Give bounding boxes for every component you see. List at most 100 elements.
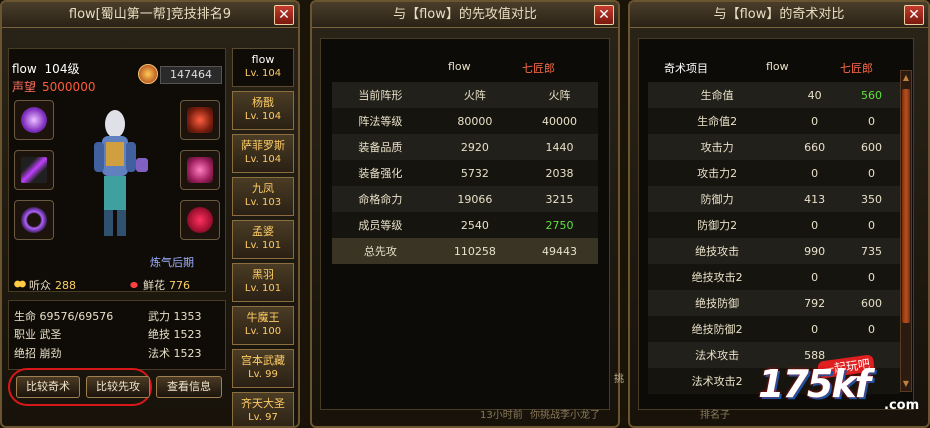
compare-qishu-button[interactable]: 比较奇术 xyxy=(16,376,80,398)
column-header-b: 七匠郎 xyxy=(840,62,873,75)
row-label: 生命值 xyxy=(648,82,787,108)
scroll-thumb[interactable] xyxy=(902,89,910,323)
chat-text-1: 13小时前 xyxy=(480,410,523,421)
cell-b: 2750 xyxy=(521,212,598,238)
row-label: 生命值2 xyxy=(648,108,787,134)
side-text: 挑 xyxy=(614,374,624,385)
partner-level: Lv. 104 xyxy=(244,68,282,79)
partner-item[interactable]: 齐天大圣 Lv. 97 xyxy=(232,392,294,426)
job-label: 职业 xyxy=(14,328,36,341)
row-label: 绝技攻击 xyxy=(648,238,787,264)
row-label: 攻击力 xyxy=(648,134,787,160)
table-row: 命格命力 19066 3215 xyxy=(332,186,598,212)
partner-level: Lv. 101 xyxy=(244,240,282,251)
character-level: 104级 xyxy=(44,62,80,76)
dagger-icon xyxy=(21,157,47,183)
cell-a: 792 xyxy=(786,290,844,316)
partner-item[interactable]: 黑羽 Lv. 101 xyxy=(232,263,294,302)
partner-name: 杨戬 xyxy=(252,96,274,109)
cell-b: 600 xyxy=(843,290,900,316)
combat-power: 147464 xyxy=(160,66,222,84)
cell-a: 火阵 xyxy=(428,82,522,108)
row-label: 绝技防御2 xyxy=(648,316,787,342)
listeners-value: 288 xyxy=(55,279,76,292)
column-header-a: flow xyxy=(766,60,789,73)
rank-badge-icon xyxy=(138,64,158,84)
cell-b: 49443 xyxy=(521,238,598,264)
flowers-label: 鲜花 xyxy=(143,279,165,292)
listeners: 听众 288 xyxy=(14,277,76,293)
cell-a: 990 xyxy=(786,238,844,264)
cell-a: 660 xyxy=(786,134,844,160)
cell-b: 0 xyxy=(843,316,900,342)
partner-level: Lv. 104 xyxy=(244,111,282,122)
partner-item[interactable]: 萨菲罗斯 Lv. 104 xyxy=(232,134,294,173)
cell-a: 80000 xyxy=(428,108,522,134)
compare-xiangong-button[interactable]: 比较先攻 xyxy=(86,376,150,398)
scrollbar[interactable]: ▲ ▼ xyxy=(900,70,912,392)
partner-item[interactable]: 牛魔王 Lv. 100 xyxy=(232,306,294,345)
equip-slot-4[interactable] xyxy=(180,100,220,140)
people-icon xyxy=(14,280,26,290)
character-name: flow xyxy=(12,62,37,76)
wuli-label: 武力 xyxy=(148,310,170,323)
cell-b: 3215 xyxy=(521,186,598,212)
panel-title: flow[蜀山第一帮]竞技排名9 xyxy=(2,2,298,28)
juji-label: 绝技 xyxy=(148,328,170,341)
table-row: 生命值2 0 0 xyxy=(648,108,900,134)
partner-level: Lv. 100 xyxy=(244,326,282,337)
initiative-table: 当前阵形 火阵 火阵 阵法等级 80000 40000 装备品质 2920 1440 装备强化 57… xyxy=(332,82,598,264)
equip-slot-2[interactable] xyxy=(14,150,54,190)
equip-slot-5[interactable] xyxy=(180,150,220,190)
table-row: 攻击力2 0 0 xyxy=(648,160,900,186)
partner-level: Lv. 99 xyxy=(248,369,278,380)
equip-slot-1[interactable] xyxy=(14,100,54,140)
cell-a: 0 xyxy=(786,264,844,290)
wuli-stat: 武力 1353 xyxy=(148,308,202,324)
watermark-logo: 175kf xyxy=(758,362,871,406)
table-row: 当前阵形 火阵 火阵 xyxy=(332,82,598,108)
partner-level: Lv. 104 xyxy=(244,154,282,165)
cell-a: 0 xyxy=(786,160,844,186)
purple-orb-icon xyxy=(21,107,47,133)
reputation-label: 声望 xyxy=(12,80,37,94)
view-info-button[interactable]: 查看信息 xyxy=(156,376,222,398)
hp-label: 生命 xyxy=(14,310,36,323)
cell-b: 350 xyxy=(843,186,900,212)
table-row: 防御力2 0 0 xyxy=(648,212,900,238)
column-header-item: 奇术项目 xyxy=(664,62,708,75)
row-label: 绝技攻击2 xyxy=(648,264,787,290)
close-button[interactable]: ✕ xyxy=(274,5,294,25)
red-flower-icon xyxy=(187,207,213,233)
partner-item[interactable]: 宫本武藏 Lv. 99 xyxy=(232,349,294,388)
equip-slot-6[interactable] xyxy=(180,200,220,240)
partner-name: flow xyxy=(251,53,275,66)
ring-icon xyxy=(21,207,47,233)
close-button[interactable]: ✕ xyxy=(594,5,614,25)
panel-title: 与【flow】的奇术对比 xyxy=(630,2,928,28)
partner-list: flow Lv. 104 杨戬 Lv. 104 萨菲罗斯 Lv. 104 九凤 Lv. 103… xyxy=(232,48,294,426)
equip-slot-3[interactable] xyxy=(14,200,54,240)
qishu-table: 生命值 40 560 生命值2 0 0 攻击力 660 600 攻击力2 0 0 防御力 413 350 防御… xyxy=(648,82,900,394)
partner-item[interactable]: 九凤 Lv. 103 xyxy=(232,177,294,216)
cell-a: 0 xyxy=(786,316,844,342)
job-stat: 职业 武圣 xyxy=(14,326,62,342)
table-row: 装备品质 2920 1440 xyxy=(332,134,598,160)
scroll-down-icon[interactable]: ▼ xyxy=(901,379,911,389)
partner-item[interactable]: 杨戬 Lv. 104 xyxy=(232,91,294,130)
partner-name: 孟婆 xyxy=(252,225,274,238)
panel-title: 与【flow】的先攻值对比 xyxy=(312,2,618,28)
cell-b: 0 xyxy=(843,108,900,134)
cell-a: 40 xyxy=(786,82,844,108)
scroll-up-icon[interactable]: ▲ xyxy=(901,73,911,83)
hp-stat: 生命 69576/69576 xyxy=(14,308,113,324)
partner-item[interactable]: flow Lv. 104 xyxy=(232,48,294,87)
fashu-label: 法术 xyxy=(148,347,170,360)
close-button[interactable]: ✕ xyxy=(904,5,924,25)
cell-a: 19066 xyxy=(428,186,522,212)
partner-item[interactable]: 孟婆 Lv. 101 xyxy=(232,220,294,259)
flowers: 鲜花 776 xyxy=(128,277,190,293)
character-name-level: flow 104级 xyxy=(12,60,79,77)
zhao-label: 绝招 xyxy=(14,347,36,360)
partner-name: 宫本武藏 xyxy=(241,354,285,367)
